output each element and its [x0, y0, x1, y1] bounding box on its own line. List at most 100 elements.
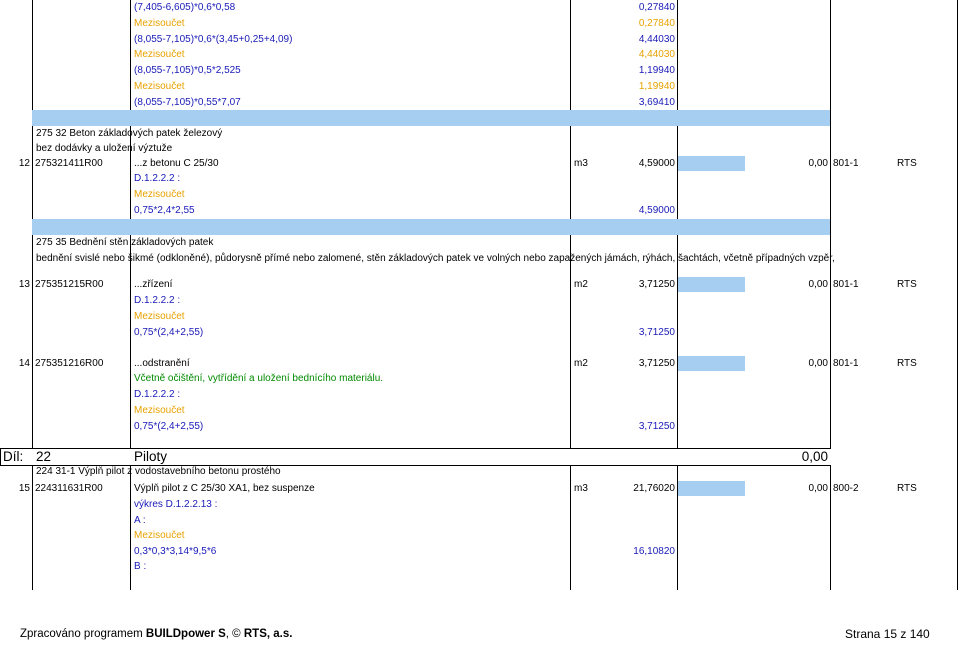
- subtotal-value: 1,19940: [638, 81, 675, 92]
- quantity: 4,59000: [638, 158, 675, 169]
- row-number: 13: [18, 279, 30, 290]
- unit-price-cell: [678, 277, 745, 292]
- item-description: ...zřízení: [134, 279, 173, 290]
- unit: m2: [574, 279, 588, 290]
- price-source: RTS: [897, 158, 917, 169]
- measurement-row: (8,055-7,105)*0,5*2,525 1,19940: [0, 63, 960, 78]
- group-description: bednění svislé nebo šikmé (odkloněné), p…: [36, 253, 835, 264]
- footer-prefix: Zpracováno programem: [20, 628, 146, 640]
- price-catalog: 801-1: [833, 158, 859, 169]
- formula: (7,405-6,605)*0,6*0,58: [134, 2, 236, 13]
- group-title-text: 275 35 Bednění stěn základových patek: [36, 237, 214, 248]
- quantity: 0,27840: [638, 2, 675, 13]
- subtotal-label: Mezisoučet: [134, 49, 185, 60]
- measurement-row: (8,055-7,105)*0,55*7,07 3,69410: [0, 95, 960, 110]
- footer-company: RTS, a.s.: [243, 628, 293, 640]
- subtotal-value: 4,44030: [638, 49, 675, 60]
- unit: m3: [574, 483, 588, 494]
- formula: 0,3*0,3*3,14*9,5*6: [134, 546, 217, 557]
- section-number: 22: [36, 449, 52, 464]
- subtotal-label: Mezisoučet: [134, 405, 185, 416]
- total-price: 0,00: [808, 483, 828, 494]
- footer-copyright: , ©: [225, 628, 244, 640]
- item-code: 275321411R00: [35, 158, 103, 169]
- subtotal-row: Mezisoučet: [0, 403, 960, 418]
- unit-price-cell: [678, 481, 745, 496]
- subtotal-label: Mezisoučet: [134, 18, 185, 29]
- item-code: 275351216R00: [35, 358, 104, 369]
- price-source: RTS: [897, 358, 917, 369]
- subtotal-value: 0,27840: [638, 18, 675, 29]
- subtotal-label: Mezisoučet: [134, 311, 185, 322]
- quantity: 3,71250: [638, 327, 675, 338]
- footer-program: BUILDpower S: [145, 628, 226, 640]
- subtotal-label: Mezisoučet: [134, 530, 185, 541]
- subtotal-label: Mezisoučet: [134, 81, 185, 92]
- formula: (8,055-7,105)*0,55*7,07: [134, 97, 241, 108]
- quantity: 3,69410: [638, 97, 675, 108]
- group-title: 275 32 Beton základových patek železový: [0, 126, 960, 141]
- group-title: bednění svislé nebo šikmé (odkloněné), p…: [0, 251, 960, 266]
- total-price: 0,00: [808, 279, 828, 290]
- item-row: 14 275351216R00 ...odstranění m2 3,71250…: [0, 356, 960, 371]
- subtotal-row: Mezisoučet: [0, 187, 960, 202]
- drawing-reference: D.1.2.2.2 :: [134, 295, 181, 306]
- drawing-reference: D.1.2.2.2 :: [134, 173, 181, 184]
- drawing-reference: D.1.2.2.2 :: [134, 389, 181, 400]
- drawing-reference: výkres D.1.2.2.13 :: [134, 499, 218, 510]
- measurement-row: 0,75*(2,4+2,55) 3,71250: [0, 325, 960, 340]
- item-row: 13 275351215R00 ...zřízení m2 3,71250 0,…: [0, 277, 960, 292]
- note-row: Včetně očištění, vytřídění a uložení bed…: [0, 371, 960, 386]
- part-label: A :: [134, 515, 146, 526]
- section-total: 0,00: [801, 449, 828, 464]
- measurement-row: 0,75*2,4*2,55 4,59000: [0, 203, 960, 218]
- formula: (8,055-7,105)*0,6*(3,45+0,25+4,09): [134, 34, 293, 45]
- group-title: 275 35 Bednění stěn základových patek: [0, 235, 960, 250]
- group-title-text: bez dodávky a uložení výztuže: [36, 143, 173, 154]
- item-row: 15 224311631R00 Výplň pilot z C 25/30 XA…: [0, 481, 960, 496]
- measurement-row: 0,3*0,3*3,14*9,5*6 16,10820: [0, 544, 960, 559]
- subtotal-label: Mezisoučet: [134, 189, 185, 200]
- measurement-row: (8,055-7,105)*0,6*(3,45+0,25+4,09) 4,440…: [0, 32, 960, 47]
- row-number: 14: [18, 358, 30, 369]
- price-catalog: 801-1: [833, 358, 859, 369]
- budget-page: (7,405-6,605)*0,6*0,58 0,27840 Mezisouče…: [0, 0, 960, 646]
- price-source: RTS: [897, 483, 917, 494]
- price-catalog: 801-1: [833, 279, 859, 290]
- formula: (8,055-7,105)*0,5*2,525: [134, 65, 241, 76]
- price-source: RTS: [897, 279, 917, 290]
- measurement-row: (7,405-6,605)*0,6*0,58 0,27840: [0, 0, 960, 15]
- row-number: 12: [18, 158, 30, 169]
- measurement-row: D.1.2.2.2 :: [0, 387, 960, 402]
- price-catalog: 800-2: [833, 483, 859, 494]
- item-note: Včetně očištění, vytřídění a uložení bed…: [134, 373, 384, 384]
- measurement-row: 0,75*(2,4+2,55) 3,71250: [0, 419, 960, 434]
- separator-band: [32, 110, 830, 126]
- separator-band: [32, 219, 830, 235]
- group-title-text: 224 31-1 Výplň pilot z vodostavebního be…: [36, 466, 281, 477]
- group-title: bez dodávky a uložení výztuže: [0, 141, 960, 156]
- measurement-row: D.1.2.2.2 :: [0, 171, 960, 186]
- measurement-row: D.1.2.2.2 :: [0, 293, 960, 308]
- subtotal-row: Mezisoučet: [0, 309, 960, 324]
- subtotal-row: Mezisoučet: [0, 528, 960, 543]
- quantity: 3,71250: [638, 358, 675, 369]
- measurement-row: výkres D.1.2.2.13 :: [0, 497, 960, 512]
- group-title: 224 31-1 Výplň pilot z vodostavebního be…: [0, 464, 960, 479]
- unit: m3: [574, 158, 588, 169]
- page-number: Strana 15 z 140: [845, 627, 930, 641]
- unit: m2: [574, 358, 588, 369]
- row-number: 15: [18, 483, 30, 494]
- item-row: 12 275321411R00 ...z betonu C 25/30 m3 4…: [0, 156, 960, 171]
- subtotal-row: Mezisoučet 4,44030: [0, 47, 960, 62]
- quantity: 1,19940: [638, 65, 675, 76]
- quantity: 4,59000: [638, 205, 675, 216]
- formula: 0,75*(2,4+2,55): [134, 327, 204, 338]
- subtotal-row: Mezisoučet 0,27840: [0, 16, 960, 31]
- unit-price-cell: [678, 356, 745, 371]
- item-description: Výplň pilot z C 25/30 XA1, bez suspenze: [134, 483, 315, 494]
- quantity: 21,76020: [633, 483, 675, 494]
- quantity: 3,71250: [638, 421, 675, 432]
- measurement-row: B :: [0, 559, 960, 574]
- total-price: 0,00: [808, 358, 828, 369]
